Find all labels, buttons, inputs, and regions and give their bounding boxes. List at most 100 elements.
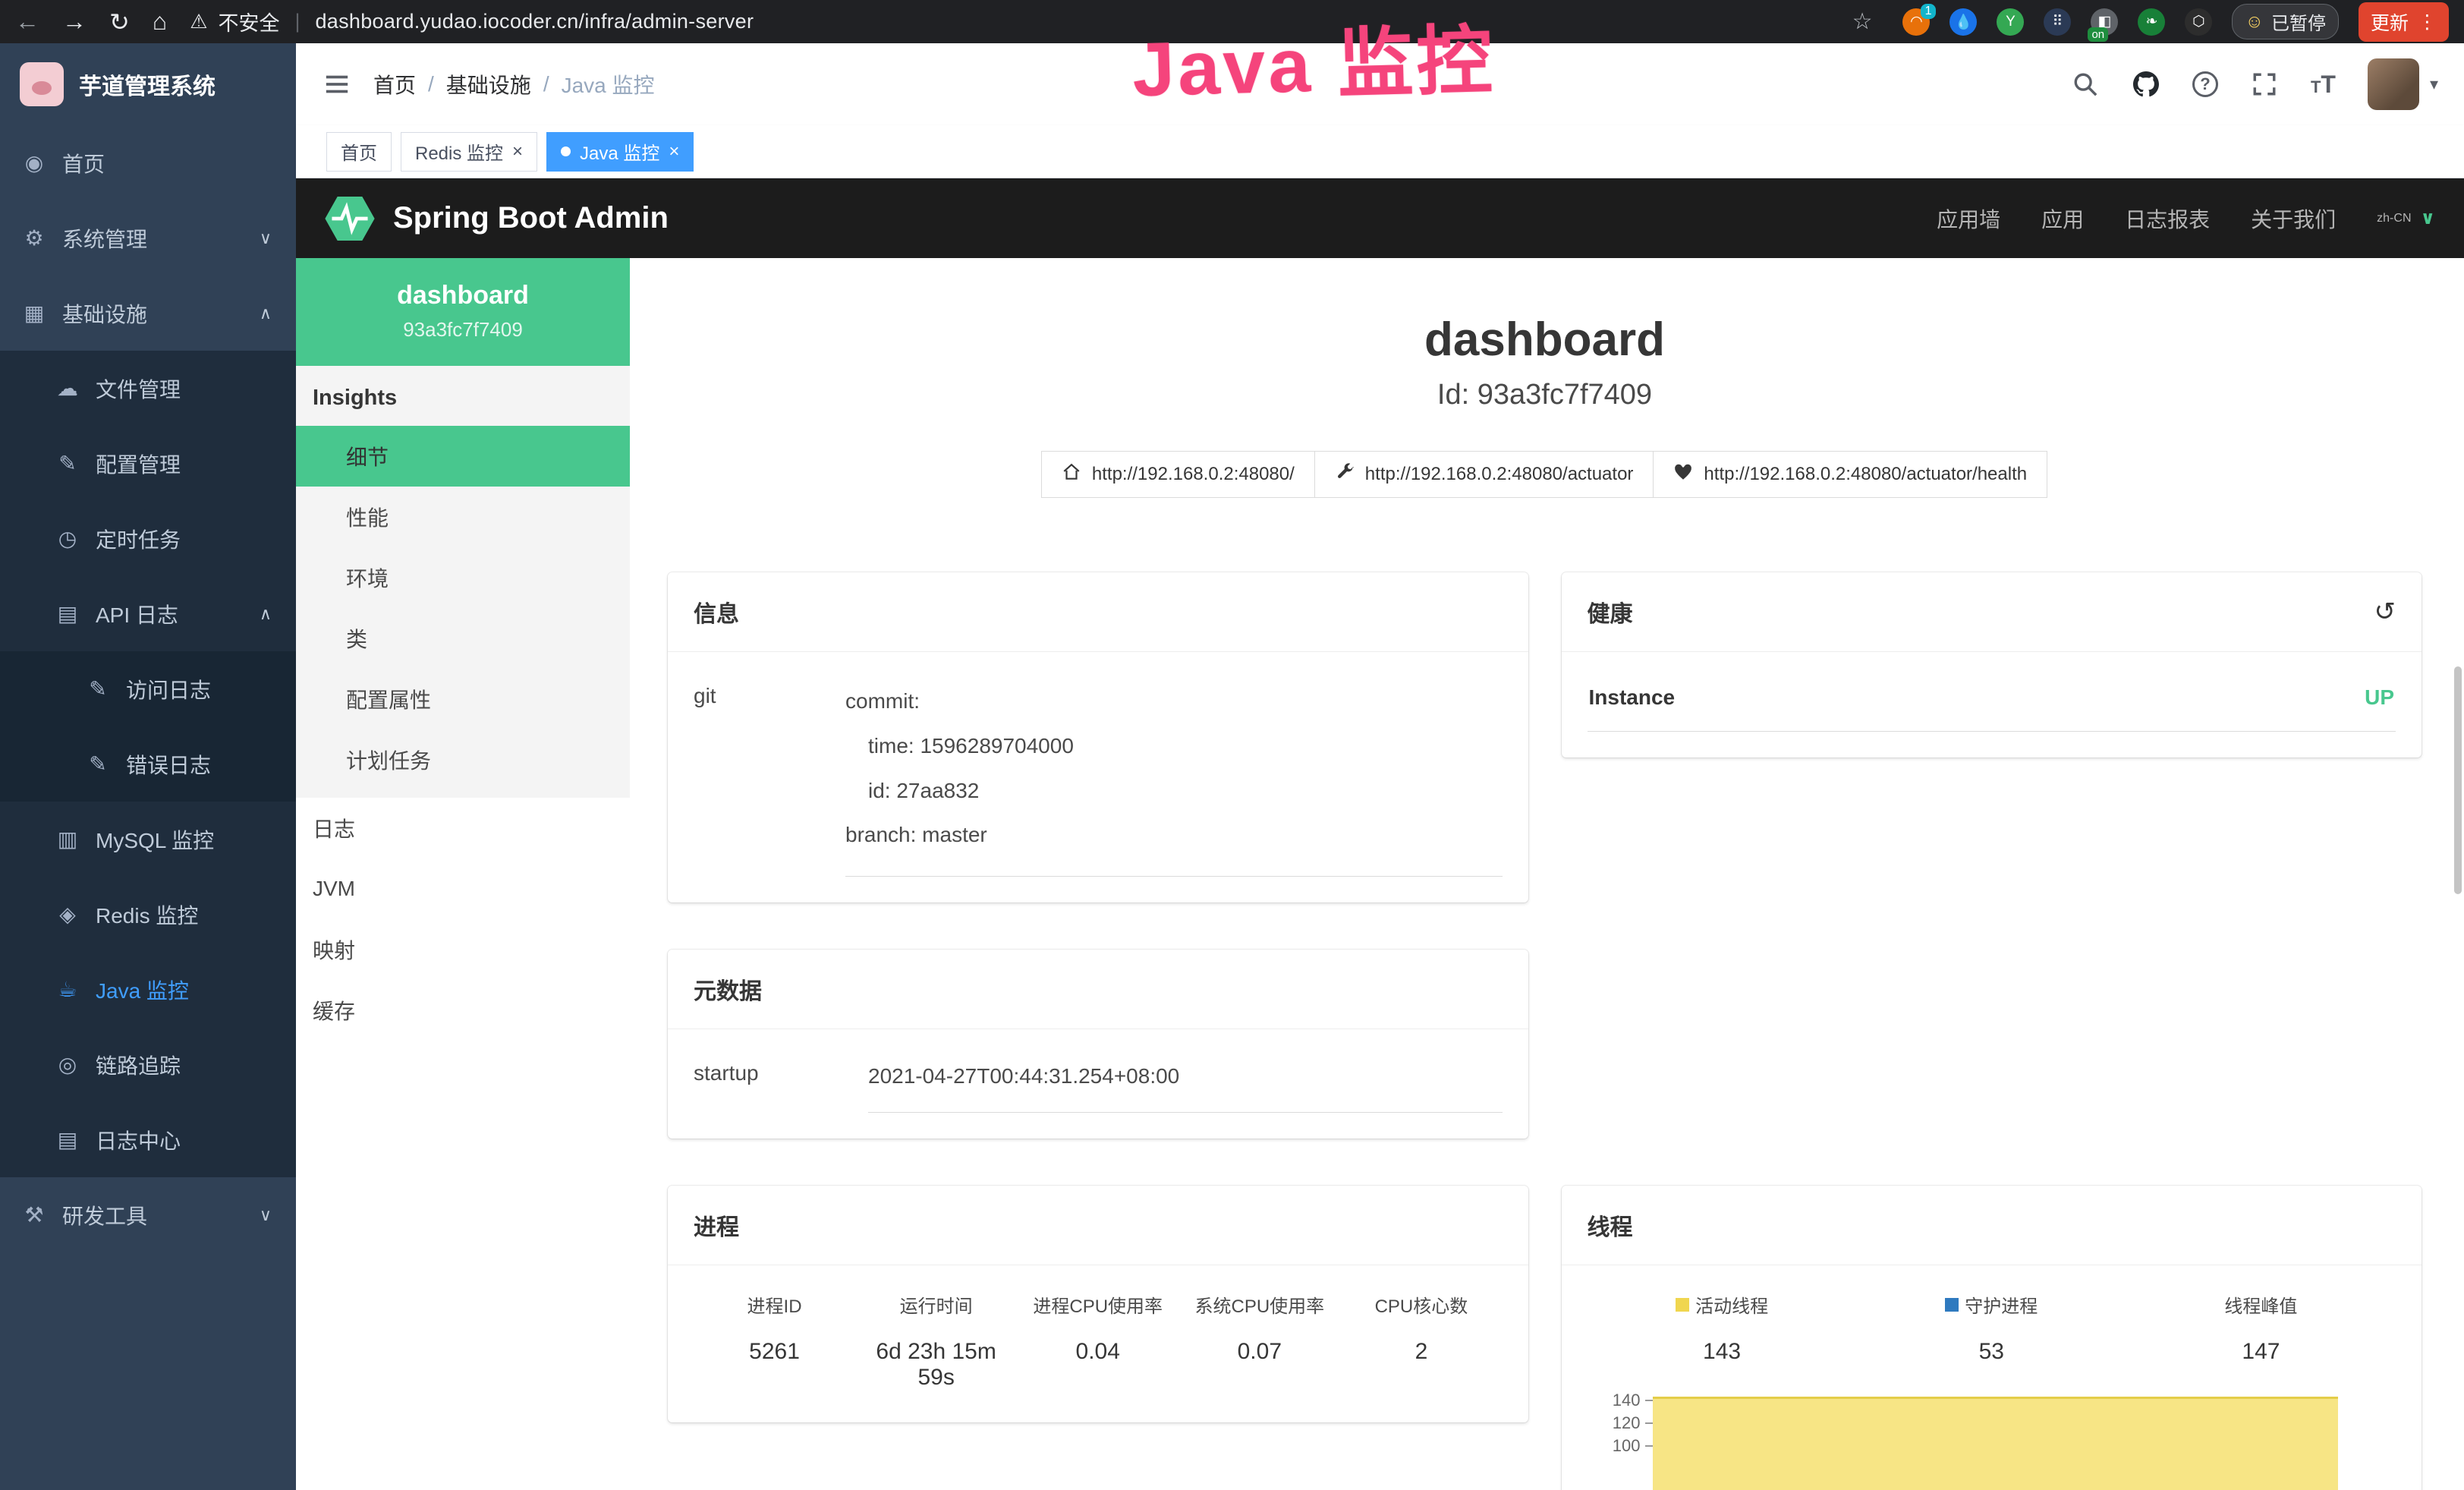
close-icon[interactable]: × [669,143,679,161]
breadcrumb-item[interactable]: 基础设施 [446,69,531,99]
tab-首页[interactable]: 首页 [326,132,392,172]
sidebar-item-config[interactable]: ✎配置管理 [0,426,296,501]
sba-sidebar-item[interactable]: 日志 [296,798,630,858]
process-col-header: 系统CPU使用率 [1179,1291,1340,1318]
security-label[interactable]: 不安全 [218,7,279,36]
browser-home-button[interactable]: ⌂ [153,8,167,36]
metadata-card: 元数据 startup 2021-04-27T00:44:31.254+08:0… [668,950,1528,1139]
extension-green-icon[interactable]: Y [1997,8,2024,36]
search-icon[interactable] [2071,70,2100,99]
sidebar-item-error-log[interactable]: ✎错误日志 [0,726,296,802]
breadcrumb-item[interactable]: 首页 [373,69,416,99]
cards-grid: 信息 git commit: time: 1596289704000 id: 2… [668,572,2422,1490]
y-axis-tick-label: 120 [1613,1413,1641,1433]
instance-link-button[interactable]: http://192.168.0.2:48080/actuator [1314,451,1654,498]
extension-orange-icon[interactable]: ◠ 1 [1902,8,1930,36]
sba-sidebar-item[interactable]: JVM [296,858,630,919]
sidebar-item-mysql[interactable]: ▥MySQL 监控 [0,802,296,877]
top-navbar: 首页/基础设施/Java 监控 ? TT ▾ [296,43,2464,125]
sba-sidebar-item[interactable]: 细节 [296,426,630,487]
chevron-down-icon: ∨ [260,228,272,248]
instance-link-button[interactable]: http://192.168.0.2:48080/actuator/health [1653,451,2047,498]
extension-drop-icon[interactable]: 💧 [1949,8,1977,36]
sidebar-item-infra[interactable]: ▦基础设施∧ [0,276,296,351]
history-icon[interactable]: ↺ [2374,597,2396,627]
sba-sidebar-item[interactable]: 性能 [296,487,630,547]
sba-sidebar-item[interactable]: 映射 [296,919,630,980]
user-menu[interactable]: ▾ [2368,58,2438,110]
tab-Java-监控[interactable]: Java 监控× [546,132,694,172]
extension-switch-icon[interactable]: ◧ on [2091,8,2118,36]
sidebar-item-file[interactable]: ☁文件管理 [0,351,296,426]
breadcrumb-separator: / [543,72,549,96]
threads-legend-col: 活动线程143 [1588,1291,1857,1365]
process-col: CPU核心数2 [1340,1291,1502,1391]
health-row[interactable]: Instance UP [1588,663,2396,732]
extension-leaf-icon[interactable]: ❧ [2138,8,2165,36]
bookmark-star-icon[interactable]: ☆ [1852,8,1873,35]
tools-icon: ⚒ [21,1202,47,1227]
process-card-title: 进程 [668,1186,1528,1265]
java-monitor-icon: ☕ [55,977,80,1002]
instance-link-button[interactable]: http://192.168.0.2:48080/ [1041,451,1315,498]
browser-chrome: ← → ↻ ⌂ ⚠ 不安全 | dashboard.yudao.iocoder.… [0,0,2464,43]
sidebar-item-api-log[interactable]: ▤API 日志∧ [0,576,296,651]
sba-brand[interactable]: Spring Boot Admin [325,197,669,241]
sidebar-item-job[interactable]: ◷定时任务 [0,501,296,576]
hamburger-icon[interactable] [322,71,352,97]
tab-label: 首页 [341,138,377,165]
sidebar-item-java[interactable]: ☕Java 监控 [0,952,296,1027]
sidebar-item-access-log[interactable]: ✎访问日志 [0,651,296,726]
fullscreen-icon[interactable] [2250,70,2279,99]
scrollbar-thumb[interactable] [2454,666,2462,894]
infrastructure-icon: ▦ [21,301,47,326]
avatar [2368,58,2419,110]
help-icon[interactable]: ? [2192,71,2218,97]
update-label: 更新 [2371,8,2409,36]
redis-monitor-icon: ◈ [55,902,80,927]
sidebar-item-log-center[interactable]: ▤日志中心 [0,1102,296,1177]
address-bar[interactable]: ⚠ 不安全 | dashboard.yudao.iocoder.cn/infra… [190,7,1829,36]
caret-down-icon: ▾ [2430,74,2438,94]
sba-nav-item[interactable]: 关于我们 [2251,203,2336,234]
health-status-badge: UP [2365,685,2394,710]
close-icon[interactable]: × [512,143,523,161]
smiley-icon: ☺ [2245,11,2264,33]
sba-sidebar-item[interactable]: 配置属性 [296,669,630,729]
sba-sidebar-item[interactable]: 环境 [296,547,630,608]
app-logo-row[interactable]: 芋道管理系统 [0,43,296,125]
refresh-button[interactable]: ↻ [109,8,130,36]
app-title: 芋道管理系统 [79,68,216,101]
tab-Redis-监控[interactable]: Redis 监控× [401,132,537,172]
sba-nav-item[interactable]: 应用墙 [1937,203,2000,234]
sidebar-item-redis[interactable]: ◈Redis 监控 [0,877,296,952]
github-icon[interactable] [2132,70,2160,99]
locale-select[interactable]: zh-CN ∨ [2377,207,2435,229]
sba-logo-icon [325,197,375,241]
sba-sidebar-item[interactable]: 缓存 [296,980,630,1041]
info-card-title: 信息 [668,572,1528,652]
y-axis-tick: 120 [1613,1412,1653,1435]
extension-grid-icon[interactable]: ⠿ [2044,8,2071,36]
sba-nav-item[interactable]: 日志报表 [2125,203,2210,234]
font-size-icon[interactable]: TT [2311,71,2336,99]
sidebar-item-system[interactable]: ⚙系统管理∨ [0,200,296,276]
sba-sidebar-item[interactable]: 计划任务 [296,729,630,790]
forward-button[interactable]: → [62,8,87,36]
sidebar-item-tracing[interactable]: ◎链路追踪 [0,1027,296,1102]
sba-sidebar-item[interactable]: 类 [296,608,630,669]
back-button[interactable]: ← [15,8,39,36]
sidebar-item-devtools[interactable]: ⚒研发工具∨ [0,1177,296,1252]
url-text[interactable]: dashboard.yudao.iocoder.cn/infra/admin-s… [315,10,754,33]
sidebar-item-home[interactable]: ◉首页 [0,125,296,200]
paused-pill[interactable]: ☺ 已暂停 [2232,4,2339,39]
extension-puzzle-icon[interactable]: ⬡ [2185,8,2212,36]
metadata-row: startup 2021-04-27T00:44:31.254+08:00 [694,1040,1503,1113]
browser-menu-icon[interactable]: ⋮ [2418,11,2437,33]
extension-on-badge: on [2088,27,2108,42]
breadcrumb-item[interactable]: Java 监控 [562,69,655,99]
update-button[interactable]: 更新 ⋮ [2359,2,2449,42]
process-col-value: 6d 23h 15m 59s [855,1339,1017,1391]
sba-nav-item[interactable]: 应用 [2041,203,2084,234]
instance-header[interactable]: dashboard 93a3fc7f7409 [296,258,630,366]
